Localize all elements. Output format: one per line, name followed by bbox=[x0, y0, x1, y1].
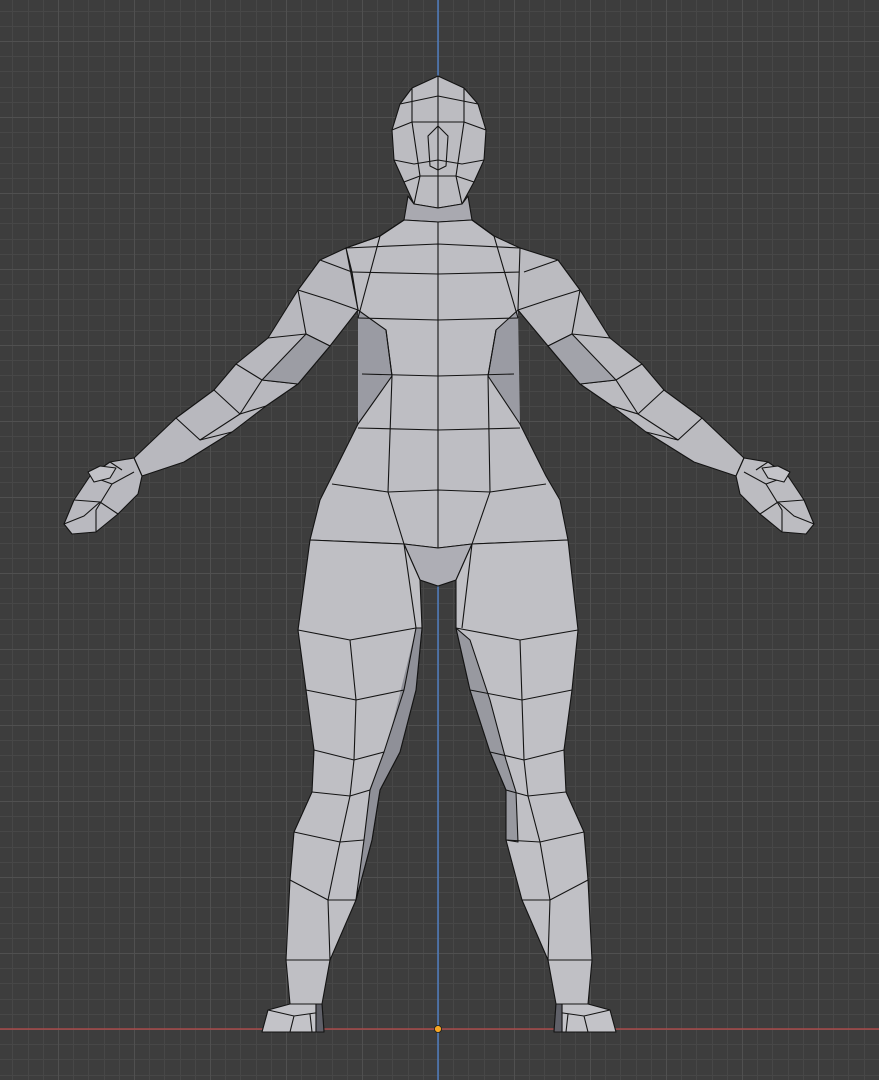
object-origin-point[interactable] bbox=[434, 1025, 442, 1033]
3d-viewport[interactable] bbox=[0, 0, 879, 1080]
